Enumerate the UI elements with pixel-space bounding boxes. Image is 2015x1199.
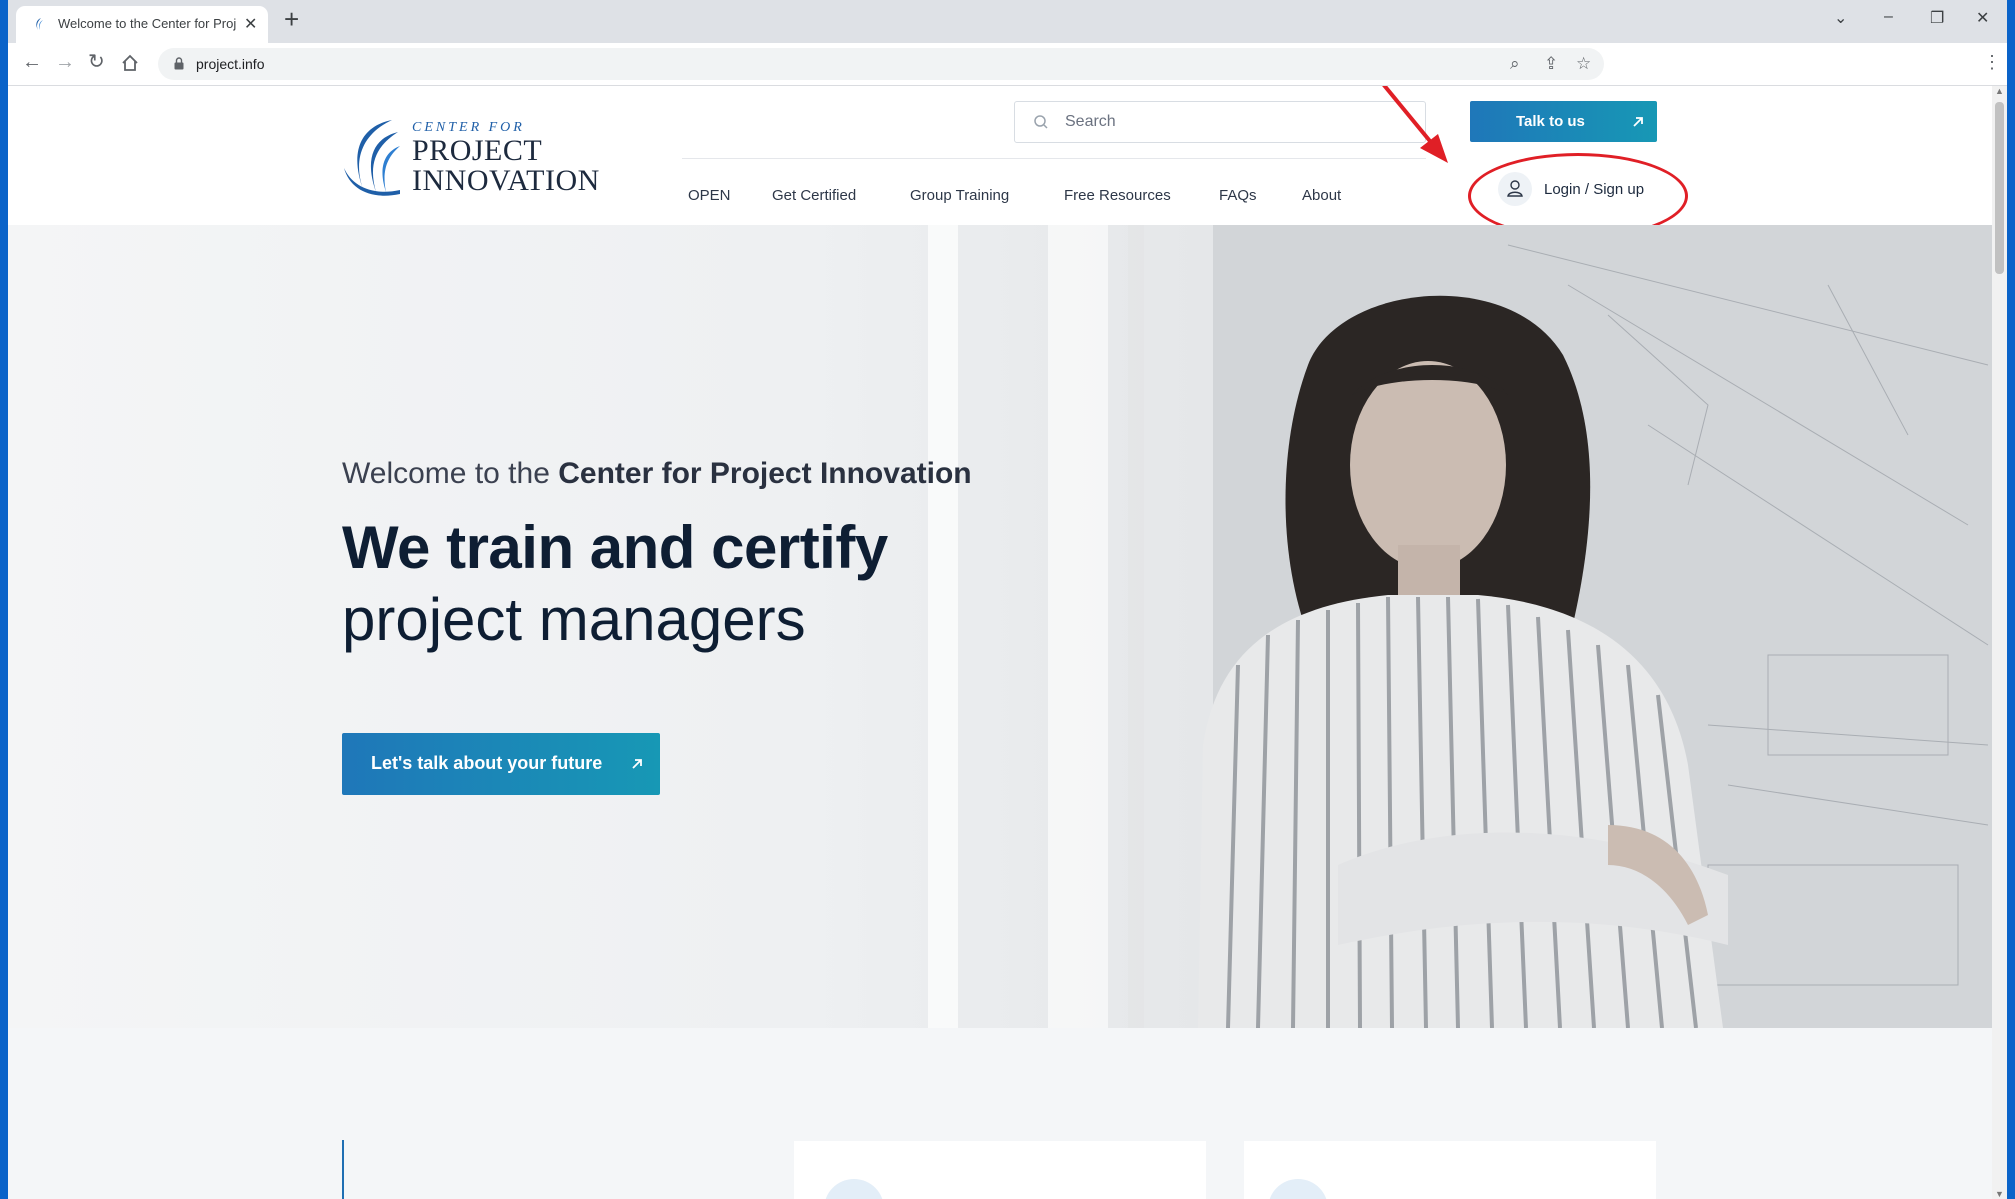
nav-item-about[interactable]: About: [1302, 187, 1341, 204]
tab-search-icon[interactable]: ⌄: [1834, 8, 1847, 28]
card-icon: [1268, 1179, 1328, 1199]
reload-icon[interactable]: ↻: [88, 52, 105, 72]
nav-item-open[interactable]: OPEN: [688, 187, 731, 204]
card-icon: [824, 1179, 884, 1199]
url-text: project.info: [196, 56, 265, 72]
zoom-icon[interactable]: ⌕: [1510, 54, 1520, 74]
talk-to-us-button[interactable]: Talk to us: [1470, 101, 1657, 142]
restore-icon[interactable]: ❐: [1930, 8, 1944, 28]
new-tab-button[interactable]: +: [284, 6, 299, 32]
hero-subtitle-prefix: Welcome to the: [342, 457, 559, 490]
site-search-box[interactable]: [1014, 101, 1426, 143]
site-header: CENTER FOR PROJECT INNOVATION Talk to us…: [8, 86, 1992, 239]
cta-label: Let's talk about your future: [371, 753, 603, 773]
browser-window: Welcome to the Center for Proje ✕ + ⌄ – …: [8, 0, 2007, 1199]
nav-item-group-training[interactable]: Group Training: [910, 187, 1009, 204]
tab-close-icon[interactable]: ✕: [244, 14, 257, 34]
hero-photo: [928, 225, 1992, 1028]
hero-section: Welcome to the Center for Project Innova…: [8, 225, 1992, 1028]
hero-subtitle-bold: Center for Project Innovation: [558, 457, 972, 490]
feature-card-2[interactable]: [1244, 1141, 1656, 1199]
lock-icon: [174, 57, 184, 70]
features-section: [8, 1028, 1992, 1199]
lets-talk-future-button[interactable]: Let's talk about your future: [342, 733, 660, 795]
nav-item-faqs[interactable]: FAQs: [1219, 187, 1257, 204]
tab-title: Welcome to the Center for Proje: [58, 16, 236, 31]
section-accent-line: [342, 1140, 344, 1199]
browser-toolbar: ← → ↻ project.info ⌕ ⇪ ☆ ⋮: [8, 43, 2007, 86]
scrollbar-thumb[interactable]: [1995, 102, 2004, 274]
bookmark-star-icon[interactable]: ☆: [1576, 54, 1591, 74]
arrow-up-right-icon: [632, 759, 642, 769]
scroll-up-icon[interactable]: ▲: [1995, 86, 2004, 96]
site-favicon-icon: [36, 18, 43, 30]
arrow-up-right-icon: [1633, 117, 1643, 127]
page-scrollbar[interactable]: ▲ ▼: [1992, 86, 2007, 1199]
browser-tab-active[interactable]: Welcome to the Center for Proje ✕: [16, 6, 268, 43]
forward-icon[interactable]: →: [55, 52, 75, 72]
scroll-down-icon[interactable]: ▼: [1995, 1189, 2004, 1199]
back-icon[interactable]: ←: [22, 52, 42, 72]
header-divider: [682, 158, 1426, 159]
browser-menu-icon[interactable]: ⋮: [1983, 52, 2001, 73]
feature-card-1[interactable]: [794, 1141, 1206, 1199]
search-input[interactable]: [1063, 110, 1407, 134]
hero-title-bold: We train and certify: [342, 514, 888, 581]
site-logo[interactable]: CENTER FOR PROJECT INNOVATION: [342, 116, 622, 196]
search-icon: [1034, 115, 1048, 129]
hero-subtitle: Welcome to the Center for Project Innova…: [342, 457, 972, 491]
minimize-icon[interactable]: –: [1884, 8, 1893, 26]
nav-item-get-certified[interactable]: Get Certified: [772, 187, 856, 204]
share-icon[interactable]: ⇪: [1544, 54, 1558, 74]
home-icon[interactable]: [121, 54, 139, 72]
hero-title-regular: project managers: [342, 586, 806, 653]
tab-strip: Welcome to the Center for Proje ✕ + ⌄ – …: [8, 0, 2007, 43]
logo-mark-icon: [344, 120, 400, 196]
logo-line-3: INNOVATION: [412, 164, 600, 197]
address-bar[interactable]: project.info ⌕ ⇪ ☆: [158, 48, 1604, 80]
web-page: CENTER FOR PROJECT INNOVATION Talk to us…: [8, 86, 1992, 1199]
nav-item-free-resources[interactable]: Free Resources: [1064, 187, 1171, 204]
close-window-icon[interactable]: ✕: [1976, 8, 1989, 28]
logo-line-2: PROJECT: [412, 134, 543, 167]
talk-to-us-label: Talk to us: [1516, 113, 1585, 130]
